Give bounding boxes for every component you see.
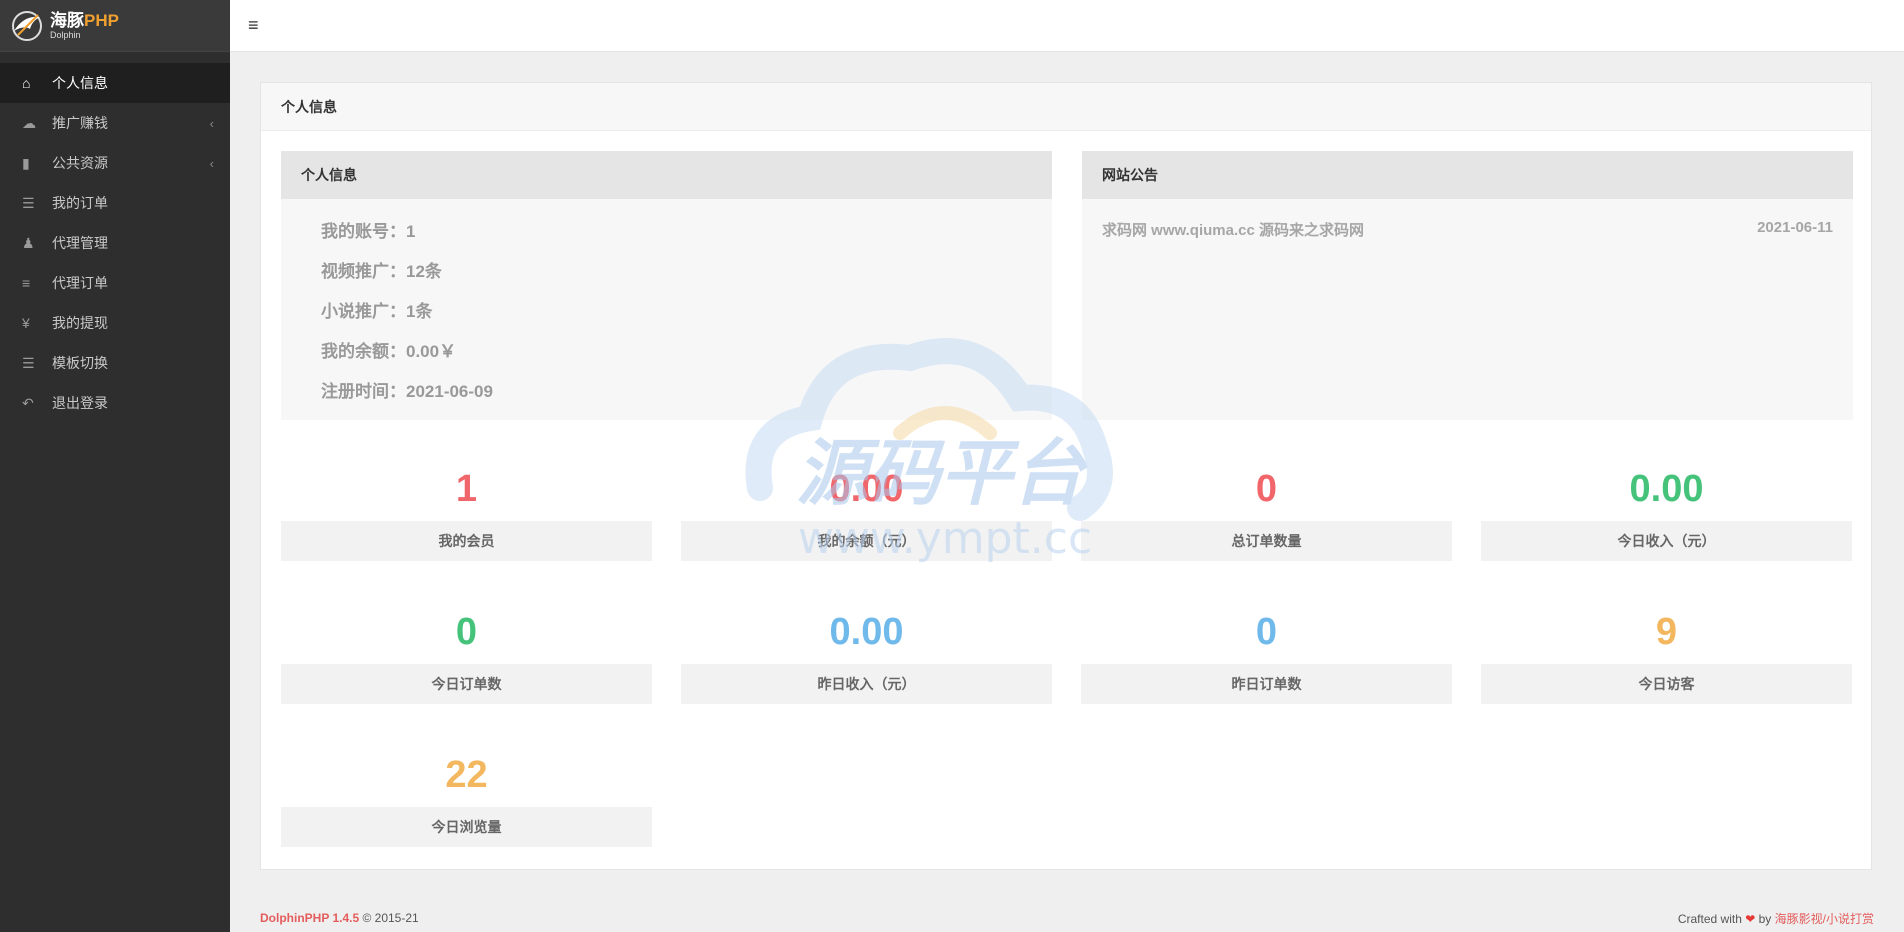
- stat-value: 0: [1255, 468, 1278, 510]
- notice-text: 求码网 www.qiuma.cc 源码来之求码网: [1102, 222, 1364, 239]
- bars-icon: ≡: [22, 275, 31, 291]
- sidebar-item-label: 个人信息: [52, 75, 108, 91]
- list-icon: ☰: [22, 354, 35, 371]
- sidebar-item-label: 退出登录: [52, 395, 108, 411]
- list-icon: ☰: [22, 194, 35, 211]
- sidebar-item-6[interactable]: ¥ 我的提现: [0, 303, 230, 343]
- stat-label: 今日浏览量: [281, 807, 652, 847]
- video-camera-icon: ▮: [22, 154, 30, 171]
- sidebar-item-label: 推广赚钱: [52, 115, 108, 131]
- sidebar-item-2[interactable]: ▮ 公共资源 ‹: [0, 143, 230, 183]
- stat-label: 今日订单数: [281, 664, 652, 704]
- profile-row: 小说推广：1条: [321, 302, 433, 321]
- sidebar-item-5[interactable]: ≡ 代理订单: [0, 263, 230, 303]
- brand-logo[interactable]: 海豚PHP Dolphin: [0, 0, 230, 52]
- footer-crafted: Crafted with: [1677, 911, 1742, 926]
- notice-box: 网站公告 求码网 www.qiuma.cc 源码来之求码网 2021-06-11: [1082, 151, 1853, 420]
- page-title: 个人信息: [261, 83, 1871, 131]
- footer-by: by: [1758, 911, 1772, 926]
- stat-value: 22: [445, 754, 488, 796]
- brand-sub: Dolphin: [50, 29, 81, 40]
- dolphin-logo-icon: [8, 9, 46, 43]
- stat-value: 0.00: [1629, 468, 1704, 510]
- stat-card: 0.00 我的余额（元）: [681, 439, 1052, 565]
- hamburger-icon[interactable]: ≡: [248, 15, 259, 36]
- stat-label: 我的会员: [281, 521, 652, 561]
- footer: DolphinPHP 1.4.5 © 2015-21 Crafted with …: [230, 904, 1904, 932]
- cloud-icon: ☁: [22, 114, 36, 131]
- footer-credit-link[interactable]: 海豚影视/小说打赏: [1775, 912, 1874, 926]
- stat-card: 0 今日订单数: [281, 582, 652, 708]
- stat-card: 0.00 昨日收入（元）: [681, 582, 1052, 708]
- stat-card: 1 我的会员: [281, 439, 652, 565]
- footer-left: DolphinPHP 1.4.5 © 2015-21: [260, 911, 419, 925]
- stat-value: 1: [455, 468, 478, 510]
- sidebar-item-label: 代理管理: [52, 235, 108, 251]
- home-icon: ⌂: [22, 75, 31, 91]
- sidebar-item-label: 代理订单: [52, 275, 108, 291]
- stat-value: 0: [1255, 611, 1278, 653]
- stat-label: 今日访客: [1481, 664, 1852, 704]
- stat-value: 0.00: [829, 611, 904, 653]
- yen-icon: ¥: [22, 315, 30, 331]
- profile-box: 个人信息 我的账号：1 视频推广：12条 小说推广：1条我的余额：0.00￥ 注册时间…: [281, 151, 1052, 420]
- sidebar-item-7[interactable]: ☰ 模板切换: [0, 343, 230, 383]
- profile-row: 我的账号：1: [321, 222, 416, 241]
- sidebar-item-label: 模板切换: [52, 355, 108, 371]
- stat-label: 今日收入（元）: [1481, 521, 1852, 561]
- notice-box-title: 网站公告: [1082, 151, 1853, 199]
- main-panel: 个人信息 个人信息 我的账号：1 视频推广：12条 小说推广：1条我的余额：0.00…: [260, 82, 1872, 870]
- profile-row: 注册时间：2021-06-09: [321, 382, 493, 401]
- sidebar-item-0[interactable]: ⌂ 个人信息: [0, 63, 230, 103]
- reply-icon: ↶: [22, 394, 34, 411]
- notice-item[interactable]: 求码网 www.qiuma.cc 源码来之求码网 2021-06-11: [1082, 199, 1853, 240]
- profile-box-title: 个人信息: [281, 151, 1052, 199]
- stat-card: 9 今日访客: [1481, 582, 1852, 708]
- profile-info-list: 我的账号：1 视频推广：12条 小说推广：1条我的余额：0.00￥ 注册时间：2021…: [281, 199, 1052, 417]
- brand-name: 海豚PHP: [50, 10, 119, 30]
- stat-card: 22 今日浏览量: [281, 725, 652, 851]
- profile-row: 我的余额：0.00￥: [321, 342, 457, 361]
- footer-brand-link[interactable]: DolphinPHP 1.4.5: [260, 911, 359, 925]
- stat-value: 0: [455, 611, 478, 653]
- sidebar-item-label: 公共资源: [52, 155, 108, 171]
- heart-icon: ❤: [1745, 911, 1756, 926]
- stat-value: 0.00: [829, 468, 904, 510]
- sidebar-item-3[interactable]: ☰ 我的订单: [0, 183, 230, 223]
- sidebar-item-label: 我的提现: [52, 315, 108, 331]
- users-icon: ♟: [22, 234, 35, 251]
- stat-label: 昨日订单数: [1081, 664, 1452, 704]
- sidebar-item-4[interactable]: ♟ 代理管理: [0, 223, 230, 263]
- profile-row: 视频推广：12条: [321, 262, 442, 281]
- stat-label: 总订单数量: [1081, 521, 1452, 561]
- chevron-left-icon: ‹: [209, 116, 214, 131]
- top-header: ≡: [230, 0, 1904, 52]
- sidebar-nav: ⌂ 个人信息 ☁ 推广赚钱 ‹ ▮ 公共资源 ‹ ☰ 我的订单 ♟ 代理管理 ≡ 代理订单 ¥ 我的提现 ☰ 模板…: [0, 63, 230, 423]
- sidebar-item-label: 我的订单: [52, 195, 108, 211]
- sidebar-item-1[interactable]: ☁ 推广赚钱 ‹: [0, 103, 230, 143]
- footer-copyright: © 2015-21: [362, 911, 419, 925]
- sidebar: 海豚PHP Dolphin ⌂ 个人信息 ☁ 推广赚钱 ‹ ▮ 公共资源 ‹ ☰ 我的订单 ♟ 代理管…: [0, 0, 230, 932]
- chevron-left-icon: ‹: [209, 156, 214, 171]
- footer-right: Crafted with ❤ by 海豚影视/小说打赏: [1678, 910, 1874, 927]
- stat-card: 0.00 今日收入（元）: [1481, 439, 1852, 565]
- notice-date: 2021-06-11: [1757, 219, 1833, 236]
- stat-label: 昨日收入（元）: [681, 664, 1052, 704]
- stat-card: 0 昨日订单数: [1081, 582, 1452, 708]
- stat-card: 0 总订单数量: [1081, 439, 1452, 565]
- stat-value: 9: [1655, 611, 1678, 653]
- sidebar-item-8[interactable]: ↶ 退出登录: [0, 383, 230, 423]
- stat-label: 我的余额（元）: [681, 521, 1052, 561]
